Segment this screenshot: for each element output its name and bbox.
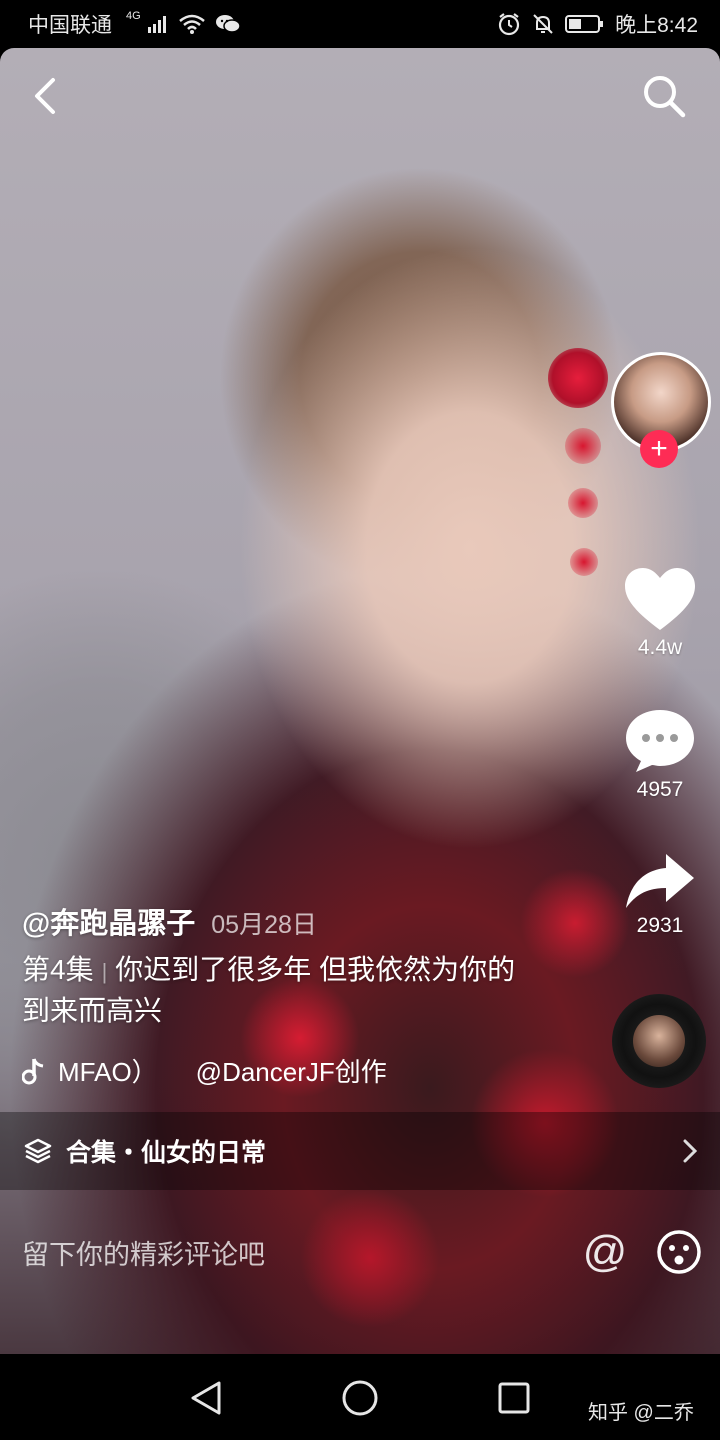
post-date: 05月28日 [211,911,317,939]
watermark: 知乎 @二乔 [588,1402,694,1424]
heart-icon [625,568,695,630]
comment-button[interactable]: 4957 [616,708,704,802]
nav-home-button[interactable] [338,1376,382,1420]
author-row: @奔跑晶骡子 05月28日 [22,900,317,942]
mute-icon [531,12,555,36]
comment-count: 4957 [636,778,684,801]
nav-back-button[interactable] [184,1376,228,1420]
layers-icon [24,1138,52,1164]
collection-label: 合集・仙女的日常 [66,1139,267,1167]
like-count: 4.4w [637,636,683,659]
search-button[interactable] [638,70,690,122]
hair-ornament [568,488,598,518]
search-icon [644,76,686,118]
carrier-label: 中国联通 [28,14,112,37]
network-label: 4G [126,10,141,22]
episode-separator: | [101,959,108,984]
music-title: MFAO） [58,1057,158,1087]
clock: 晚上8:42 [615,14,698,37]
hair-ornament [548,348,608,408]
comment-bar: 留下你的精彩评论吧 @ [0,1202,720,1302]
share-arrow-icon [626,854,694,908]
music-disc-button[interactable] [612,994,706,1088]
triangle-back-icon [191,1381,221,1415]
alarm-icon [497,12,521,36]
caption-text: 你迟到了很多年 但我依然为你的到来而高兴 [22,954,516,1026]
nav-recents-button[interactable] [492,1376,536,1420]
emoji-icon [657,1230,701,1274]
comment-bubble-icon [626,710,694,772]
mention-button[interactable]: @ [580,1227,630,1277]
share-button[interactable]: 2931 [616,852,704,938]
status-bar: 中国联通 4G 晚上8:42 [0,0,720,48]
comment-input[interactable]: 留下你的精彩评论吧 [22,1233,580,1272]
wifi-icon [178,14,205,34]
emoji-button[interactable] [656,1229,702,1275]
back-button[interactable] [20,70,72,122]
collection-bar[interactable]: 合集・仙女的日常 [0,1112,720,1190]
music-row[interactable]: MFAO） @DancerJF创作 [22,1052,387,1089]
author-name[interactable]: @奔跑晶骡子 [22,900,195,942]
chevron-right-icon [683,1139,698,1163]
battery-icon [565,13,605,35]
chevron-left-icon [35,78,55,114]
square-recents-icon [498,1382,530,1414]
hair-ornament [565,428,601,464]
status-left: 中国联通 4G [28,9,241,39]
music-cover [633,1015,685,1067]
plus-icon: + [650,432,668,465]
share-count: 2931 [636,914,684,937]
at-icon: @ [582,1227,628,1276]
like-button[interactable]: 4.4w [616,566,704,660]
signal-icon [147,15,169,33]
circle-home-icon [342,1380,378,1416]
music-credit: @DancerJF创作 [195,1057,387,1087]
wechat-icon [215,13,241,35]
follow-button[interactable]: + [640,430,678,468]
episode-label[interactable]: 第4集 [22,954,94,985]
hair-ornament [570,548,598,576]
post-caption: 第4集 | 你迟到了很多年 但我依然为你的到来而高兴 [22,950,542,1030]
music-note-icon [22,1057,44,1084]
status-right: 晚上8:42 [497,9,698,39]
